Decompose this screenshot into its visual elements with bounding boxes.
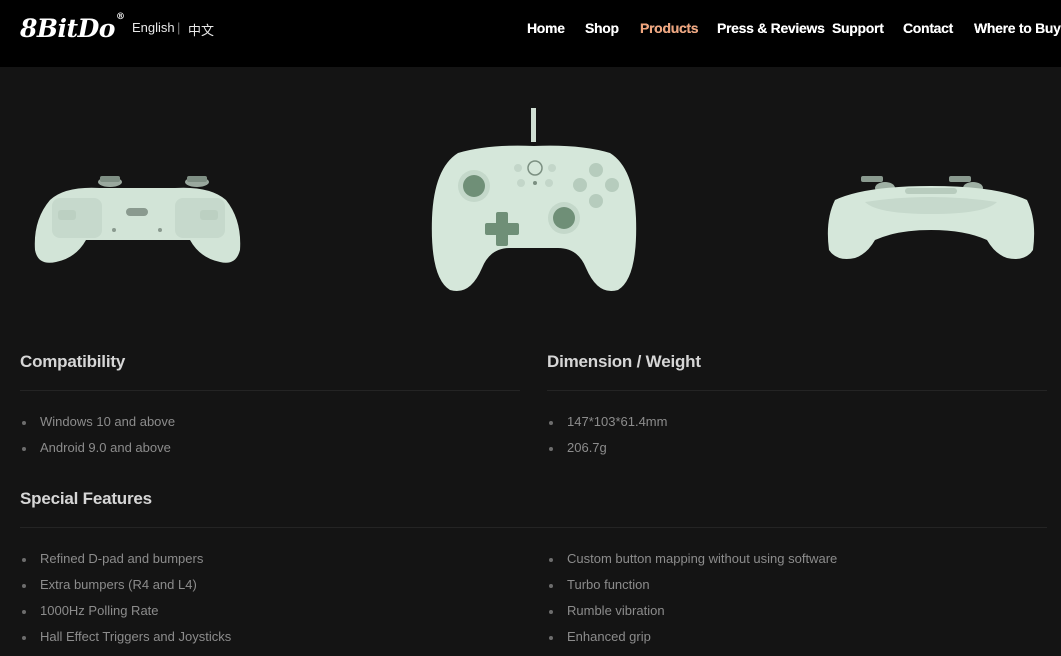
special-features-title: Special Features — [20, 489, 152, 508]
dimension-item: 147*103*61.4mm — [548, 414, 668, 429]
compatibility-item: Windows 10 and above — [21, 414, 176, 429]
feature-item: Hall Effect Triggers and Joysticks — [21, 629, 232, 644]
feature-item: Rumble vibration — [549, 603, 665, 618]
dimension-weight-title: Dimension / Weight — [547, 352, 701, 371]
feature-item: 1000Hz Polling Rate — [22, 603, 159, 618]
feature-item: Enhanced grip — [549, 629, 651, 644]
top-navigation-bar: 8BitDo® English | 中文 Home Shop Products … — [0, 0, 1061, 67]
feature-item: Extra bumpers (R4 and L4) — [22, 577, 197, 592]
compatibility-divider — [20, 390, 520, 391]
controller-top-view-image — [827, 176, 1035, 259]
compatibility-item: Android 9.0 and above — [22, 440, 171, 455]
compatibility-title: Compatibility — [20, 352, 126, 371]
language-chinese-link[interactable]: 中文 — [188, 20, 214, 39]
language-separator: | — [177, 20, 181, 35]
feature-item: Refined D-pad and bumpers — [21, 551, 204, 566]
nav-contact[interactable]: Contact — [903, 20, 953, 36]
features-divider — [20, 527, 1047, 528]
nav-products[interactable]: Products — [640, 20, 699, 36]
feature-item: Turbo function — [549, 577, 650, 592]
nav-home[interactable]: Home — [527, 20, 565, 36]
dimension-divider — [547, 390, 1047, 391]
nav-press-reviews[interactable]: Press & Reviews — [717, 20, 825, 36]
nav-shop[interactable]: Shop — [585, 20, 619, 36]
nav-support[interactable]: Support — [832, 20, 884, 36]
feature-item: Custom button mapping without using soft… — [548, 551, 838, 566]
nav-where-to-buy[interactable]: Where to Buy — [974, 20, 1061, 36]
brand-logo[interactable]: 8BitDo® — [20, 12, 125, 43]
language-english-link[interactable]: English — [132, 20, 175, 35]
controller-back-view-image — [34, 176, 241, 263]
controller-front-view-image — [431, 108, 637, 292]
weight-item: 206.7g — [549, 440, 607, 455]
